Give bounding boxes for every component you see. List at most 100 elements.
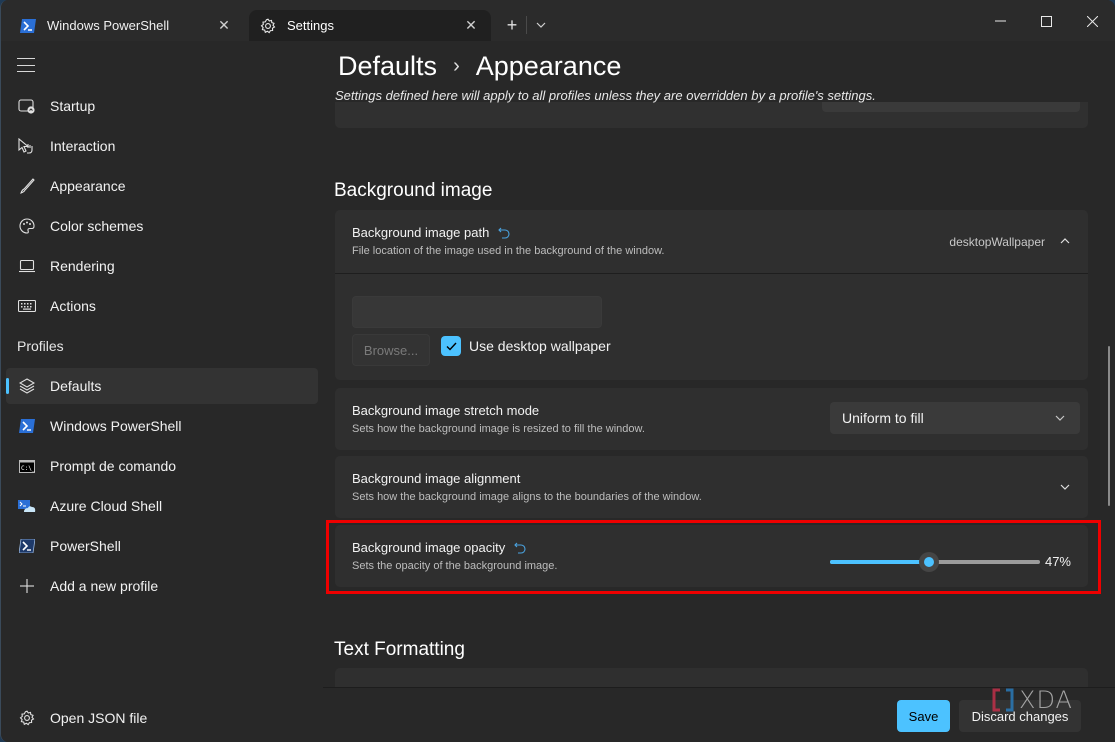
setting-title: Background image path <box>352 225 510 240</box>
previous-setting-control[interactable] <box>822 102 1080 112</box>
setting-title: Background image stretch mode <box>352 403 540 418</box>
sidebar-item-appearance[interactable]: Appearance <box>6 168 318 204</box>
sidebar-item-startup[interactable]: Startup <box>6 88 318 124</box>
sidebar-item-interaction[interactable]: Interaction <box>6 128 318 164</box>
sidebar-item-powershell[interactable]: PowerShell <box>6 528 318 564</box>
setting-current-value: desktopWallpaper <box>949 235 1045 249</box>
close-tab-icon[interactable]: ✕ <box>216 17 232 33</box>
background-image-path-header[interactable]: Background image path File location of t… <box>335 210 1088 273</box>
background-image-path-card: Background image path File location of t… <box>335 210 1088 380</box>
add-new-profile-button[interactable]: Add a new profile <box>6 568 318 604</box>
startup-icon <box>17 96 37 116</box>
background-image-path-input[interactable] <box>352 296 602 328</box>
plus-icon <box>17 576 37 596</box>
nav-label: Rendering <box>50 258 115 274</box>
nav-label: Actions <box>50 298 96 314</box>
interaction-icon <box>17 136 37 156</box>
minimize-icon <box>994 20 1006 22</box>
sidebar-item-color-schemes[interactable]: Color schemes <box>6 208 318 244</box>
chevron-down-icon <box>1054 412 1066 424</box>
opacity-slider[interactable] <box>830 552 1040 572</box>
tab-settings[interactable]: Settings ✕ <box>249 10 491 41</box>
gear-icon <box>17 708 37 728</box>
sidebar-item-azure-cloud-shell[interactable]: Azure Cloud Shell <box>6 488 318 524</box>
section-title-background-image: Background image <box>334 180 493 201</box>
powershell-core-icon <box>17 536 37 556</box>
nav-label: Prompt de comando <box>50 458 177 474</box>
background-image-stretch-mode-card: Background image stretch mode Sets how t… <box>335 388 1088 450</box>
nav-label: PowerShell <box>50 538 121 554</box>
checkbox-label[interactable]: Use desktop wallpaper <box>469 338 611 354</box>
breadcrumb-parent[interactable]: Defaults <box>338 51 437 82</box>
setting-description: File location of the image used in the b… <box>352 245 665 257</box>
close-window-button[interactable] <box>1077 8 1107 34</box>
background-image-opacity-card: Background image opacity Sets the opacit… <box>335 525 1088 587</box>
cmd-icon: C:\_ <box>17 456 37 476</box>
terminal-window: Windows PowerShell ✕ Settings ✕ + Startu… <box>0 0 1115 742</box>
chevron-up-icon[interactable] <box>1059 235 1071 247</box>
close-tab-icon[interactable]: ✕ <box>463 17 479 33</box>
powershell-icon <box>19 17 37 35</box>
hamburger-menu-icon[interactable] <box>17 58 35 72</box>
profiles-header: Profiles <box>17 338 64 354</box>
tab-windows-powershell[interactable]: Windows PowerShell ✕ <box>9 10 244 41</box>
nav-label: Interaction <box>50 138 116 154</box>
sidebar-item-defaults[interactable]: Defaults <box>6 368 318 404</box>
brush-icon <box>17 176 37 196</box>
setting-title: Background image alignment <box>352 471 521 486</box>
stretch-mode-dropdown[interactable]: Uniform to fill <box>830 402 1080 434</box>
setting-title-text: Background image path <box>352 225 490 240</box>
chevron-down-icon <box>536 22 546 28</box>
discard-changes-button[interactable]: Discard changes <box>959 700 1081 732</box>
laptop-icon <box>17 256 37 276</box>
slider-fill <box>830 560 929 564</box>
maximize-button[interactable] <box>1031 8 1061 34</box>
dropdown-selected-value: Uniform to fill <box>842 410 924 426</box>
tab-dropdown-button[interactable] <box>533 14 549 36</box>
footer-bar: Save Discard changes <box>323 687 1115 742</box>
svg-text:C:\_: C:\_ <box>21 465 35 472</box>
reset-icon[interactable] <box>498 227 510 239</box>
nav-label: Add a new profile <box>50 578 159 594</box>
chevron-down-icon[interactable] <box>1059 481 1071 493</box>
opacity-value: 47% <box>1044 554 1071 569</box>
tab-label: Windows PowerShell <box>47 18 170 33</box>
setting-description: Sets how the background image is resized… <box>352 423 645 435</box>
new-tab-button[interactable]: + <box>503 14 521 36</box>
previous-setting-card <box>335 102 1088 128</box>
use-desktop-wallpaper-checkbox[interactable] <box>441 336 461 356</box>
minimize-button[interactable] <box>985 8 1015 34</box>
sidebar-item-windows-powershell[interactable]: Windows PowerShell <box>6 408 318 444</box>
slider-thumb[interactable] <box>918 552 939 572</box>
setting-title-text: Background image opacity <box>352 540 506 555</box>
reset-icon[interactable] <box>514 542 526 554</box>
gear-icon <box>259 17 277 35</box>
nav-label: Windows PowerShell <box>50 418 182 434</box>
nav-label: Startup <box>50 98 96 114</box>
breadcrumb-current: Appearance <box>475 50 622 81</box>
open-json-file-button[interactable]: Open JSON file <box>6 700 318 736</box>
vertical-scrollbar[interactable] <box>1108 346 1110 506</box>
sidebar-item-rendering[interactable]: Rendering <box>6 248 318 284</box>
breadcrumb-separator-icon: › <box>453 54 460 77</box>
browse-button[interactable]: Browse... <box>352 334 430 366</box>
sidebar-item-actions[interactable]: Actions <box>6 288 318 324</box>
nav-label: Color schemes <box>50 218 144 234</box>
layers-icon <box>17 376 37 396</box>
setting-description: Sets how the background image aligns to … <box>352 491 702 503</box>
background-image-alignment-card[interactable]: Background image alignment Sets how the … <box>335 456 1088 518</box>
settings-content: Defaults › Appearance Settings defined h… <box>323 41 1115 742</box>
close-icon <box>1086 15 1098 27</box>
breadcrumb: Defaults › Appearance <box>338 47 621 85</box>
palette-icon <box>17 216 37 236</box>
setting-title: Background image opacity <box>352 540 526 555</box>
save-button[interactable]: Save <box>897 700 950 732</box>
tab-label: Settings <box>287 18 334 33</box>
checkmark-icon <box>446 342 457 351</box>
nav-label: Open JSON file <box>50 710 148 726</box>
nav-label: Appearance <box>50 178 126 194</box>
tab-separator <box>526 16 527 34</box>
powershell-icon <box>17 416 37 436</box>
nav-label: Defaults <box>50 378 102 394</box>
sidebar-item-prompt-de-comando[interactable]: C:\_ Prompt de comando <box>6 448 318 484</box>
